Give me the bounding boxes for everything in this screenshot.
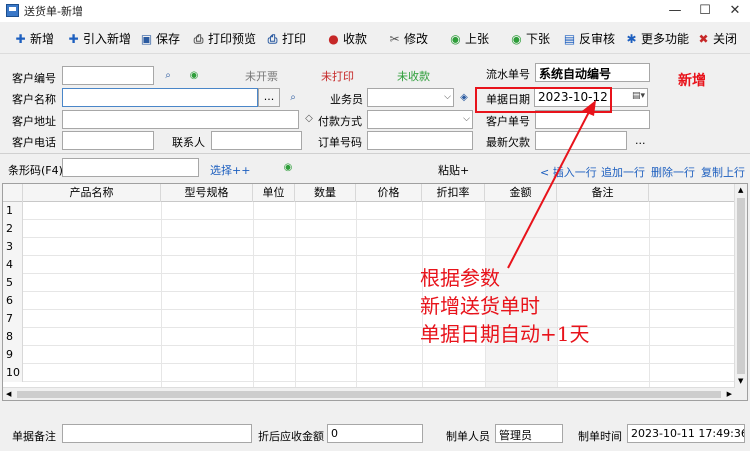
- annotation-arrow: [507, 100, 596, 269]
- annotation-line-3: 单据日期自动+1天: [420, 322, 590, 346]
- annotation-line-1: 根据参数: [420, 266, 500, 290]
- annotation-line-2: 新增送货单时: [420, 294, 540, 318]
